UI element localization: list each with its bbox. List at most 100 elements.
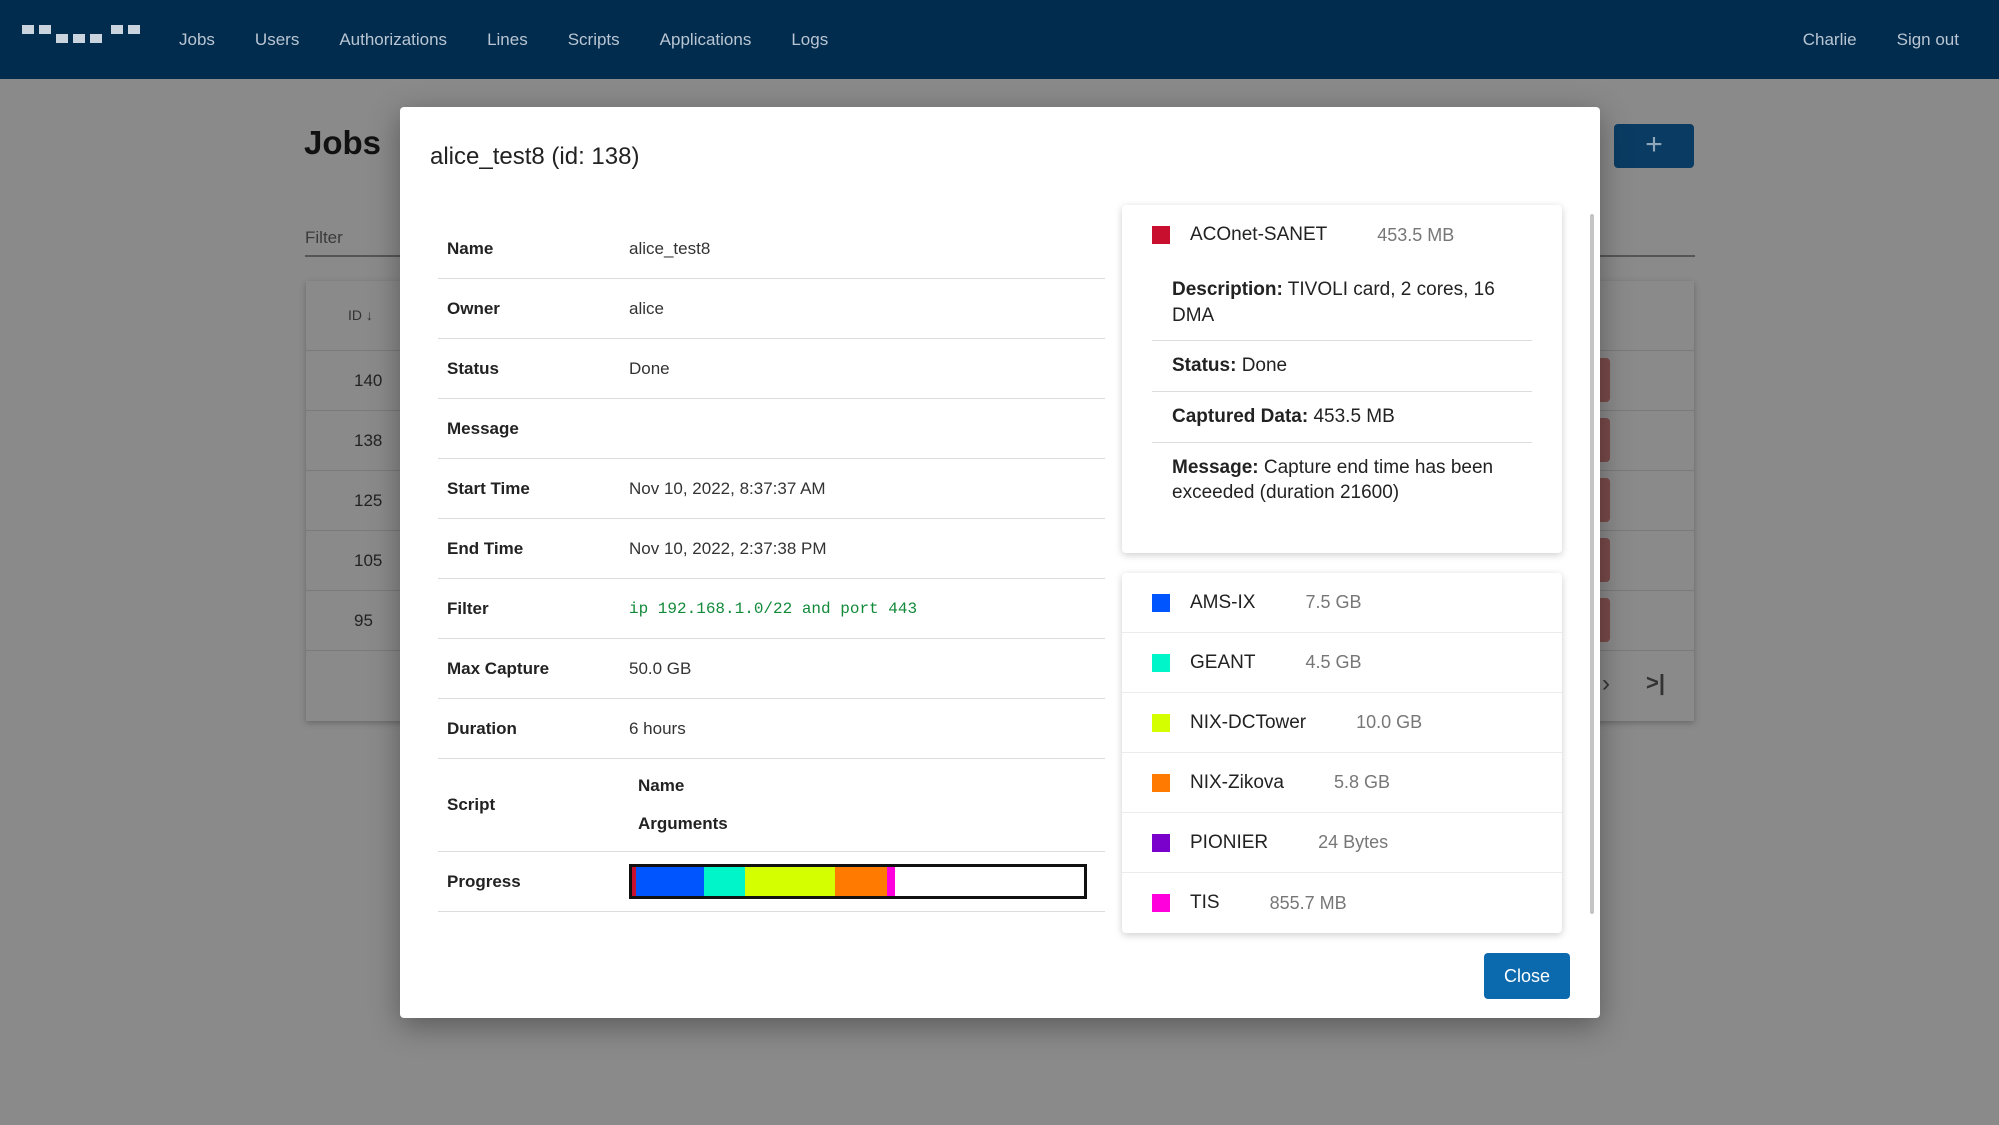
line-item-ams-ix[interactable]: AMS-IX 7.5 GB (1122, 573, 1562, 633)
nav-menu: Jobs Users Authorizations Lines Scripts … (179, 0, 868, 79)
detail-key: Message (447, 418, 519, 438)
line-size: 10.0 GB (1356, 712, 1423, 732)
line-color-swatch (1152, 593, 1170, 612)
detail-row-max-capture: Max Capture 50.0 GB (438, 639, 1105, 699)
line-message: Message: Capture end time has been excee… (1152, 443, 1532, 518)
row-id: 140 (354, 371, 383, 390)
detail-key: Duration (447, 718, 517, 738)
line-size: 4.5 GB (1305, 652, 1362, 672)
job-details-table: Name alice_test8 Owner alice Status Done… (438, 219, 1105, 912)
line-color-swatch (1152, 713, 1170, 732)
id-column-header[interactable]: ID ↓ (348, 307, 373, 323)
line-name: GEANT (1190, 651, 1256, 673)
app-logo[interactable] (22, 22, 144, 46)
line-item-tis[interactable]: TIS 855.7 MB (1122, 873, 1562, 933)
capture-progress-bar (629, 864, 1087, 899)
nav-jobs[interactable]: Jobs (179, 30, 215, 50)
detail-key: Owner (447, 298, 500, 318)
line-size: 24 Bytes (1318, 832, 1389, 852)
nav-users[interactable]: Users (255, 30, 299, 50)
nav-logs[interactable]: Logs (791, 30, 828, 50)
detail-row-start-time: Start Time Nov 10, 2022, 8:37:37 AM (438, 459, 1105, 519)
dialog-scrollbar[interactable] (1590, 214, 1594, 914)
detail-row-owner: Owner alice (438, 279, 1105, 339)
row-id: 138 (354, 431, 383, 450)
message-label: Message: (1172, 456, 1259, 478)
status-label: Status: (1172, 355, 1237, 377)
detail-value: Done (629, 358, 670, 378)
line-name: AMS-IX (1190, 591, 1256, 613)
row-id: 95 (354, 611, 373, 630)
detail-key: Script (447, 795, 496, 814)
captured-value: 453.5 MB (1313, 405, 1395, 427)
add-job-button[interactable]: + (1614, 124, 1694, 168)
description-label: Description: (1172, 279, 1283, 300)
line-item-nix-dctower[interactable]: NIX-DCTower 10.0 GB (1122, 693, 1562, 753)
top-navbar: Jobs Users Authorizations Lines Scripts … (0, 0, 1999, 79)
dialog-title: alice_test8 (id: 138) (430, 143, 640, 170)
user-name-link[interactable]: Charlie (1803, 30, 1857, 50)
progress-segment (744, 867, 835, 896)
detail-row-message: Message (438, 399, 1105, 459)
script-details: Name Arguments (629, 776, 728, 834)
line-color-swatch (1152, 833, 1170, 852)
line-name: NIX-Zikova (1190, 771, 1284, 793)
line-item-nix-zikova[interactable]: NIX-Zikova 5.8 GB (1122, 753, 1562, 813)
lines-panel: ACOnet-SANET 453.5 MB Description: TIVOL… (1122, 205, 1562, 933)
line-list: AMS-IX 7.5 GB GEANT 4.5 GB NIX-DCTower 1… (1122, 573, 1562, 933)
detail-value: alice_test8 (629, 238, 711, 258)
progress-segment (887, 867, 896, 896)
line-color-swatch (1152, 653, 1170, 672)
progress-segment (636, 867, 704, 896)
detail-row-end-time: End Time Nov 10, 2022, 2:37:38 PM (438, 519, 1105, 579)
filter-expression: ip 192.168.1.0/22 and port 443 (629, 599, 918, 618)
detail-row-progress: Progress (438, 852, 1105, 912)
status-value: Done (1241, 355, 1288, 377)
line-size: 5.8 GB (1333, 772, 1390, 792)
nav-applications[interactable]: Applications (660, 30, 752, 50)
detail-row-status: Status Done (438, 339, 1105, 399)
last-page-icon[interactable]: >| (1646, 670, 1665, 696)
sign-out-link[interactable]: Sign out (1897, 30, 1959, 50)
nav-user-area: Charlie Sign out (1763, 0, 1959, 79)
detail-key: Progress (447, 871, 521, 891)
line-name: NIX-DCTower (1190, 711, 1307, 733)
progress-segment (834, 867, 888, 896)
nav-lines[interactable]: Lines (487, 30, 528, 50)
line-description: Description: TIVOLI card, 2 cores, 16 DM… (1152, 265, 1532, 342)
detail-key: Filter (447, 598, 489, 618)
detail-key: Max Capture (447, 658, 550, 678)
nav-authorizations[interactable]: Authorizations (339, 30, 447, 50)
line-item-pionier[interactable]: PIONIER 24 Bytes (1122, 813, 1562, 873)
detail-value: Nov 10, 2022, 8:37:37 AM (629, 478, 826, 498)
next-page-icon[interactable]: › (1602, 670, 1610, 698)
line-details: Description: TIVOLI card, 2 cores, 16 DM… (1122, 265, 1562, 518)
filter-input[interactable]: Filter (305, 228, 343, 248)
line-item-geant[interactable]: GEANT 4.5 GB (1122, 633, 1562, 693)
line-color-swatch (1152, 226, 1170, 244)
nav-scripts[interactable]: Scripts (568, 30, 620, 50)
close-button[interactable]: Close (1484, 953, 1570, 999)
line-captured-data: Captured Data: 453.5 MB (1152, 392, 1532, 443)
detail-row-name: Name alice_test8 (438, 219, 1105, 279)
detail-value: Nov 10, 2022, 2:37:38 PM (629, 538, 827, 558)
detail-row-filter: Filter ip 192.168.1.0/22 and port 443 (438, 579, 1105, 639)
detail-row-script: Script Name Arguments (438, 759, 1105, 852)
detail-key: End Time (447, 538, 524, 558)
script-arguments-label: Arguments (638, 814, 728, 833)
line-header-aconet[interactable]: ACOnet-SANET 453.5 MB (1122, 205, 1562, 265)
job-details-dialog: alice_test8 (id: 138) Name alice_test8 O… (400, 107, 1600, 1018)
line-color-swatch (1152, 773, 1170, 792)
detail-value: 50.0 GB (629, 658, 692, 678)
detail-key: Name (447, 238, 494, 258)
line-name: TIS (1190, 892, 1220, 913)
page-title: Jobs (304, 124, 382, 161)
progress-segment (703, 867, 745, 896)
expanded-line-card: ACOnet-SANET 453.5 MB Description: TIVOL… (1122, 205, 1562, 553)
script-name-label: Name (638, 776, 685, 795)
detail-key: Status (447, 358, 499, 378)
line-color-swatch (1152, 894, 1170, 912)
line-size: 7.5 GB (1305, 592, 1362, 612)
line-name: ACOnet-SANET (1190, 224, 1328, 245)
detail-row-duration: Duration 6 hours (438, 699, 1105, 759)
